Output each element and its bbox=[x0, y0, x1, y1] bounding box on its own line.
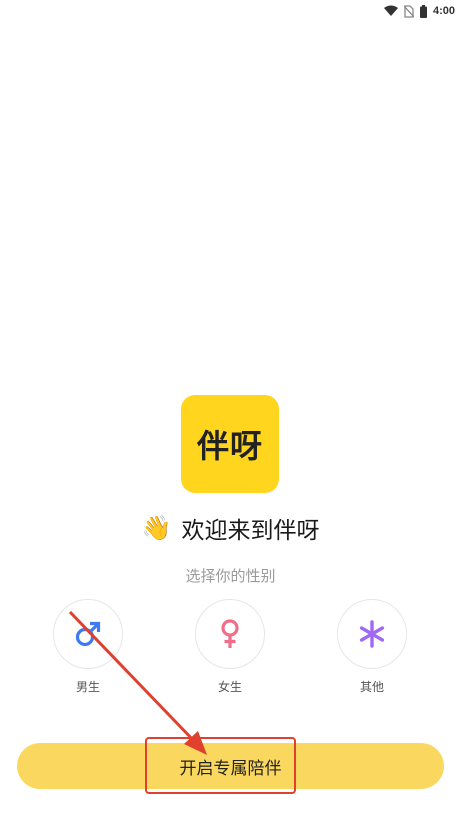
app-logo-text: 伴呀 bbox=[196, 427, 263, 465]
gender-other-button[interactable] bbox=[337, 599, 407, 669]
welcome-heading: 👋 欢迎来到伴呀 bbox=[0, 508, 461, 548]
app-logo: 伴呀 bbox=[181, 395, 279, 493]
gender-option-other[interactable]: 其他 bbox=[337, 599, 407, 695]
battery-icon bbox=[419, 4, 427, 18]
gender-prompt: 选择你的性别 bbox=[185, 567, 276, 585]
status-bar: 4:00 bbox=[0, 0, 461, 22]
asterisk-icon bbox=[359, 620, 385, 648]
welcome-text: 欢迎来到伴呀 bbox=[181, 518, 320, 544]
gender-male-label: 男生 bbox=[75, 680, 100, 694]
gender-option-male[interactable]: 男生 bbox=[53, 599, 123, 695]
waving-hand-icon: 👋 bbox=[141, 514, 172, 542]
start-companion-button[interactable]: 开启专属陪伴 bbox=[17, 743, 444, 789]
gender-female-label: 女生 bbox=[217, 680, 242, 694]
start-companion-label: 开启专属陪伴 bbox=[179, 758, 282, 779]
gender-male-button[interactable] bbox=[53, 599, 123, 669]
wifi-icon bbox=[383, 5, 398, 16]
no-sim-icon bbox=[403, 4, 414, 18]
gender-other-label: 其他 bbox=[359, 680, 384, 694]
gender-female-button[interactable] bbox=[195, 599, 265, 669]
male-symbol-icon bbox=[75, 621, 101, 647]
status-icons: 4:00 bbox=[383, 3, 455, 19]
female-symbol-icon bbox=[221, 619, 239, 648]
status-time: 4:00 bbox=[432, 5, 455, 17]
gender-option-female[interactable]: 女生 bbox=[195, 599, 265, 695]
